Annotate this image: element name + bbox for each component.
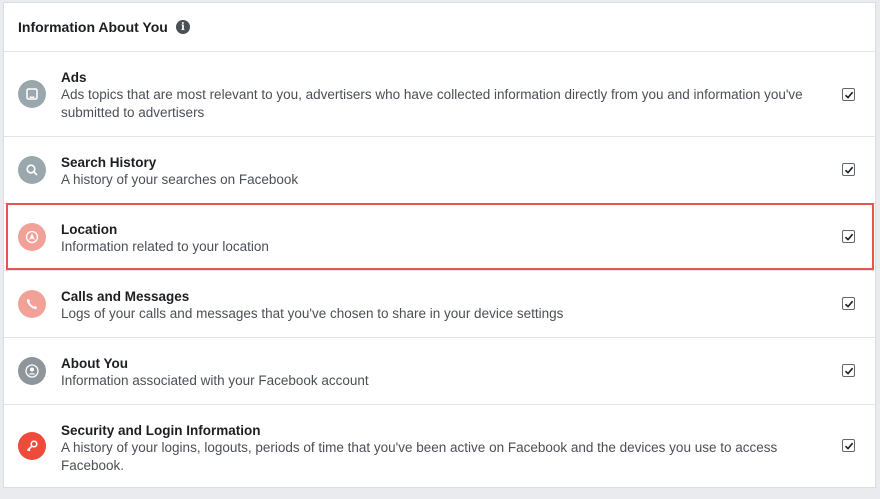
row-title: Calls and Messages [61,289,190,304]
row-title: About You [61,356,128,371]
location-icon [18,223,46,251]
row-title: Search History [61,155,157,170]
row-description: A history of your logins, logouts, perio… [61,440,778,473]
panel-header: Information About You i [4,3,875,52]
ads-icon [18,80,46,108]
key-icon [18,432,46,460]
phone-icon [18,290,46,318]
row-title: Ads [61,70,87,85]
row-description: Logs of your calls and messages that you… [61,306,564,321]
ads-checkbox[interactable] [842,88,855,101]
category-row-about-you[interactable]: About You Information associated with yo… [4,338,875,405]
row-description: Ads topics that are most relevant to you… [61,87,803,120]
location-checkbox[interactable] [842,230,855,243]
category-row-calls-messages[interactable]: Calls and Messages Logs of your calls an… [4,271,875,338]
row-title: Security and Login Information [61,423,261,438]
about-you-checkbox[interactable] [842,364,855,377]
category-row-search-history[interactable]: Search History A history of your searche… [4,137,875,204]
category-row-security-login[interactable]: Security and Login Information A history… [4,405,875,487]
profile-icon [18,357,46,385]
search-icon [18,156,46,184]
category-row-ads[interactable]: Ads Ads topics that are most relevant to… [4,52,875,137]
row-description: Information related to your location [61,239,269,254]
category-row-location[interactable]: Location Information related to your loc… [4,204,875,271]
row-title: Location [61,222,118,237]
calls-messages-checkbox[interactable] [842,297,855,310]
security-login-checkbox[interactable] [842,439,855,452]
information-panel: Information About You i Ads Ads topics t… [3,2,876,488]
row-description: Information associated with your Faceboo… [61,373,369,388]
search-history-checkbox[interactable] [842,163,855,176]
info-icon[interactable]: i [175,20,190,34]
panel-title: Information About You [18,19,168,35]
row-description: A history of your searches on Facebook [61,172,299,187]
